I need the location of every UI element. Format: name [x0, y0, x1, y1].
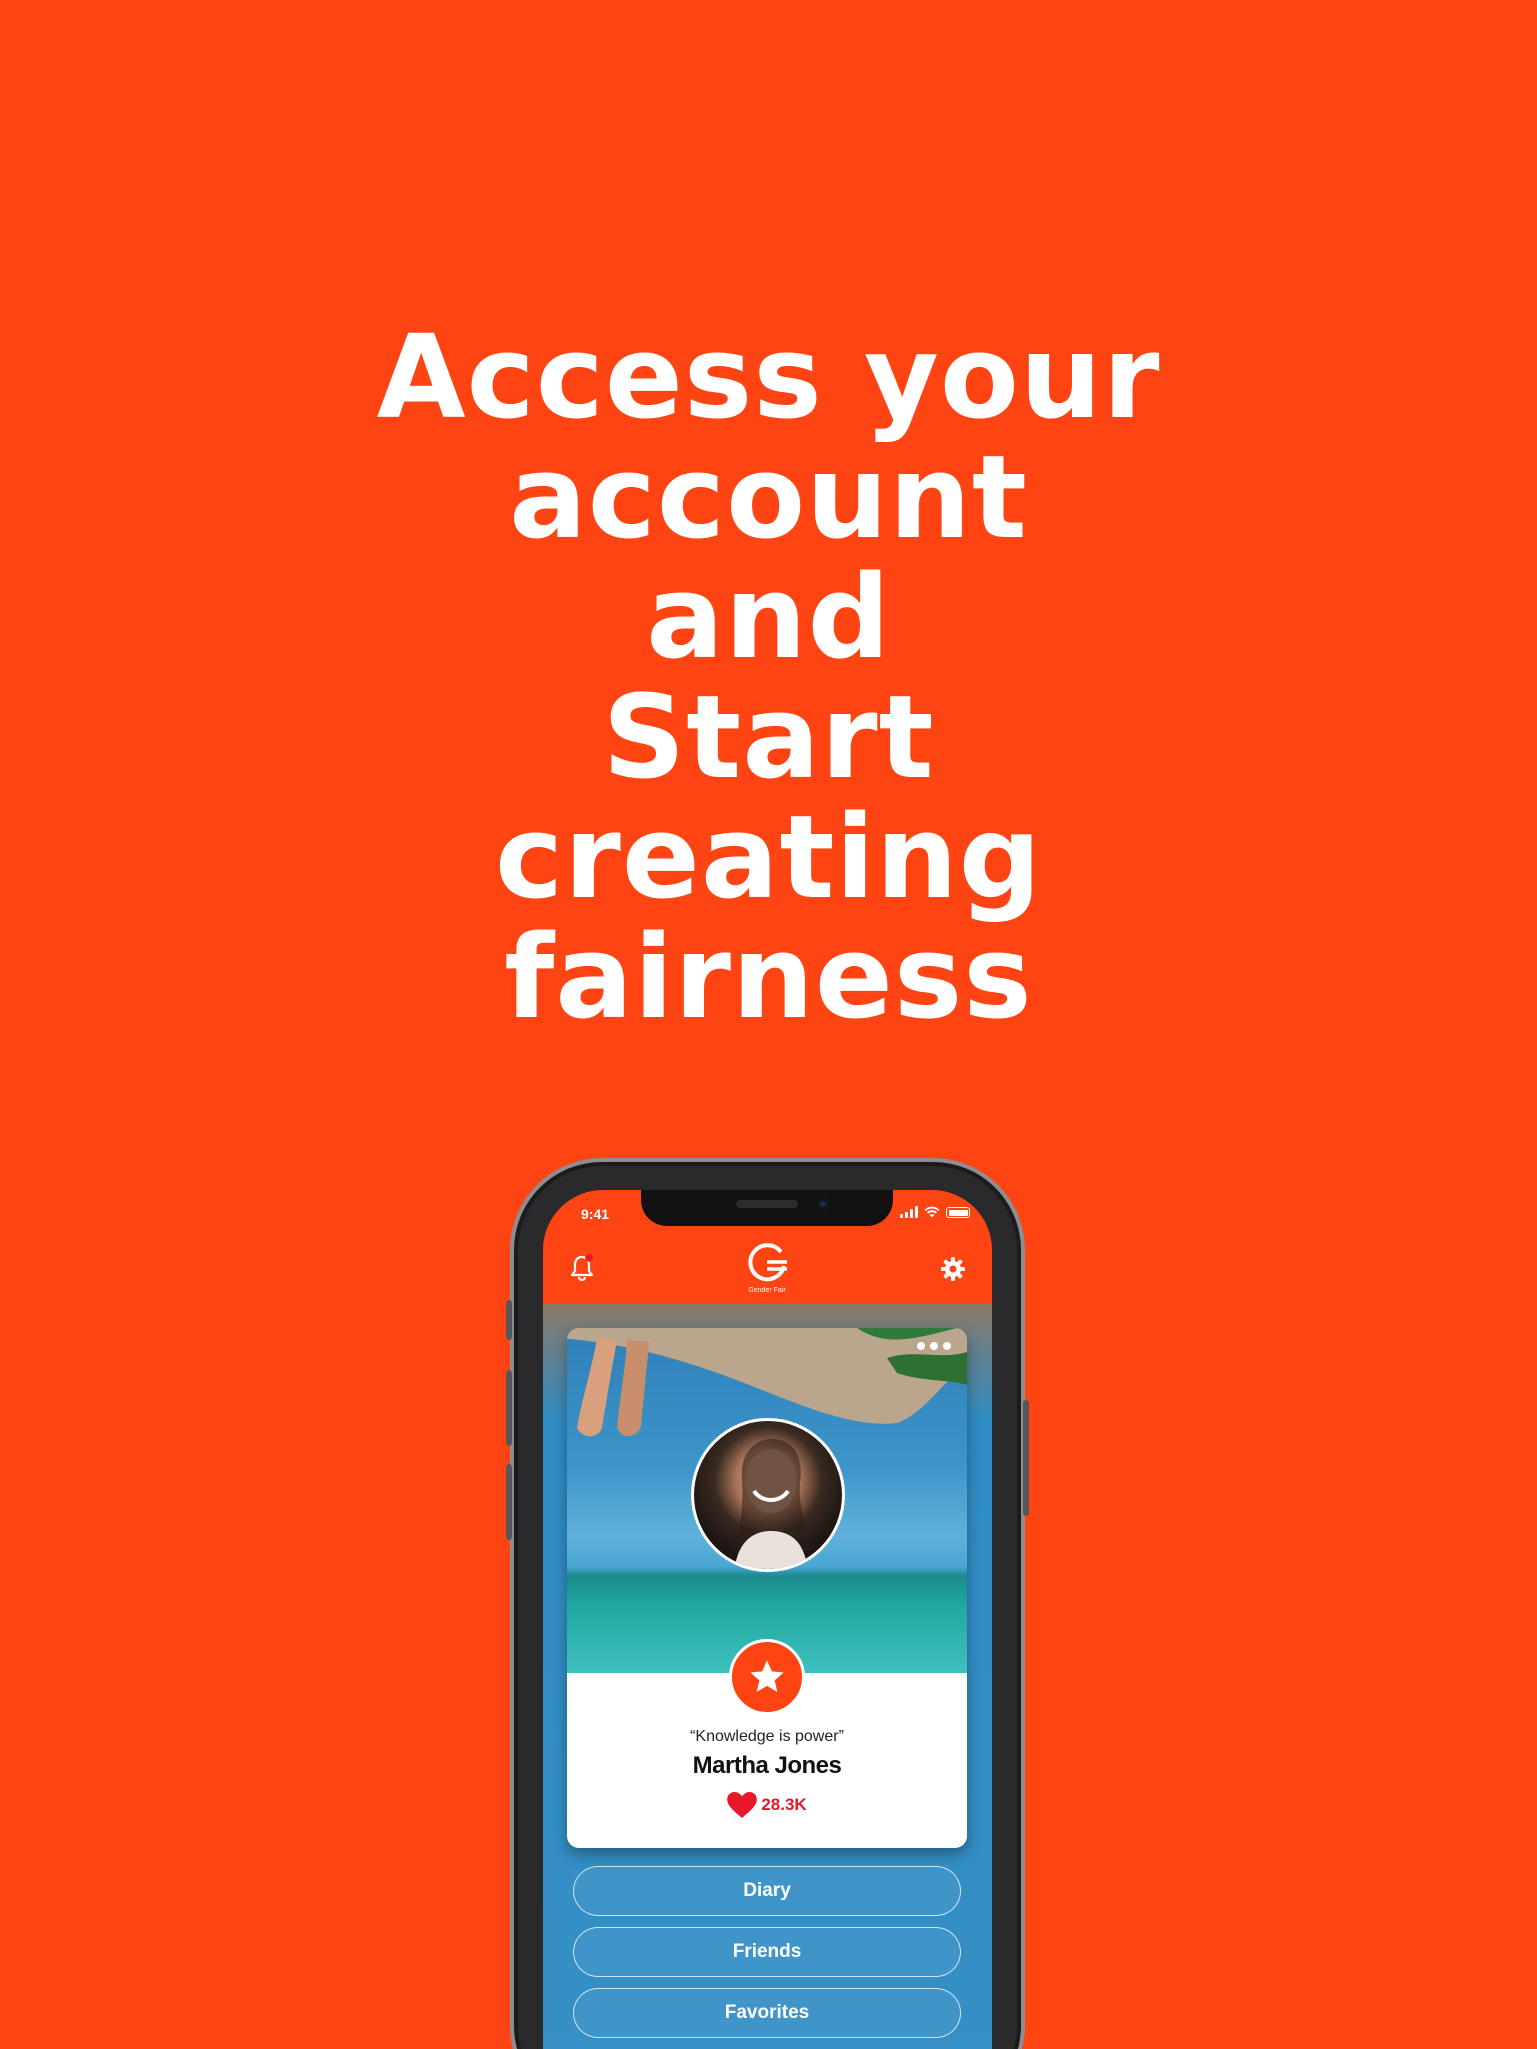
profile-quote: “Knowledge is power” — [690, 1728, 844, 1745]
headline-line: Access your — [376, 311, 1161, 445]
phone-volume-up — [506, 1370, 512, 1446]
headline-line: account — [509, 431, 1028, 565]
headline-line: and — [646, 551, 891, 685]
gear-icon[interactable] — [940, 1256, 966, 1282]
headline: Access your account and Start creating f… — [0, 318, 1537, 1038]
front-camera — [817, 1198, 829, 1210]
phone-screen: 9:41 Gender Fair “Knowledge is power” Ma… — [543, 1190, 992, 2049]
likes-count[interactable]: 28.3K — [567, 1792, 967, 1818]
phone-side-button — [506, 1300, 512, 1340]
friends-button[interactable]: Friends — [573, 1927, 961, 1977]
phone-power-button — [1023, 1400, 1029, 1516]
gender-fair-logo-icon — [748, 1243, 787, 1282]
notch — [641, 1190, 893, 1226]
headline-line: Start — [602, 671, 935, 805]
favorite-button[interactable] — [729, 1639, 805, 1715]
battery-icon — [946, 1207, 970, 1218]
notification-badge — [585, 1253, 594, 1262]
wifi-icon — [924, 1206, 940, 1218]
headline-line: fairness — [504, 911, 1033, 1045]
avatar — [691, 1418, 845, 1572]
cover-photo — [567, 1328, 967, 1673]
favorites-button[interactable]: Favorites — [573, 1988, 961, 2038]
profile-card: “Knowledge is power” Martha Jones 28.3K — [567, 1328, 967, 1848]
profile-name: Martha Jones — [692, 1752, 842, 1779]
signal-icon — [900, 1206, 918, 1218]
logo-caption: Gender Fair — [748, 1287, 786, 1294]
likes-value: 28.3K — [761, 1795, 807, 1814]
status-icons — [900, 1206, 970, 1218]
heart-icon — [727, 1792, 758, 1818]
phone-volume-down — [506, 1464, 512, 1540]
app-header: Gender Fair — [543, 1236, 992, 1304]
app-logo: Gender Fair — [739, 1242, 795, 1294]
headline-line: creating — [494, 791, 1043, 925]
speaker — [736, 1200, 798, 1208]
diary-button[interactable]: Diary — [573, 1866, 961, 1916]
status-time: 9:41 — [581, 1206, 610, 1222]
star-icon — [750, 1660, 784, 1692]
more-options-icon[interactable] — [917, 1342, 951, 1350]
